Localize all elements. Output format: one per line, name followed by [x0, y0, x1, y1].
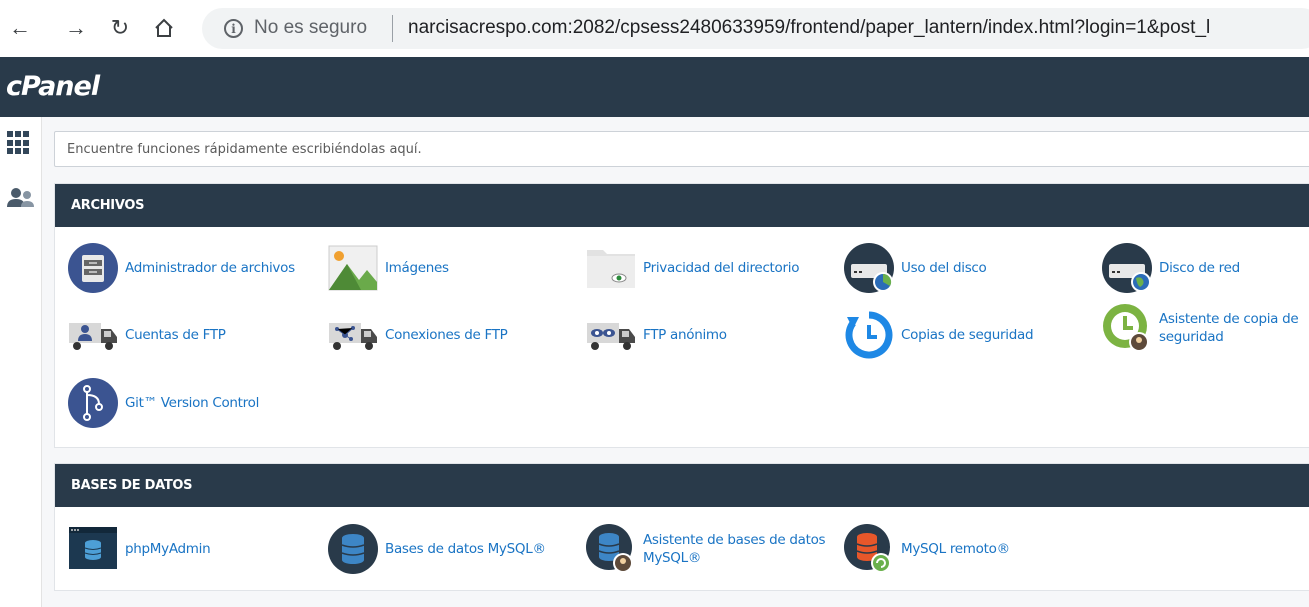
item-label: Asistente de bases de datos MySQL® — [643, 532, 826, 566]
item-label: Privacidad del directorio — [643, 260, 800, 276]
files-panel: ARCHIVOS Administrador de archivos Imáge… — [54, 183, 1309, 448]
item-label: Git™ Version Control — [125, 395, 260, 411]
anonymous-ftp-item[interactable]: FTP anónimo — [585, 309, 727, 361]
search-input[interactable] — [54, 131, 1309, 167]
app-header: cPanel — [0, 57, 1309, 117]
git-icon — [67, 377, 119, 429]
file-manager-item[interactable]: Administrador de archivos — [67, 242, 295, 294]
git-item[interactable]: Git™ Version Control — [67, 377, 259, 429]
item-label: Bases de datos MySQL® — [385, 541, 546, 557]
remote-mysql-item[interactable]: MySQL remoto® — [843, 523, 1010, 575]
item-label: Cuentas de FTP — [125, 327, 226, 343]
phpmyadmin-item[interactable]: phpMyAdmin — [67, 523, 211, 575]
back-arrow-icon[interactable]: ← — [6, 14, 34, 42]
backup-item[interactable]: Copias de seguridad — [843, 309, 1034, 361]
address-bar[interactable]: i No es seguro narcisacrespo.com:2082/cp… — [202, 8, 1309, 49]
anonymous-ftp-icon — [585, 309, 637, 361]
phpmyadmin-icon — [67, 523, 119, 575]
disk-usage-icon — [843, 242, 895, 294]
item-label: Conexiones de FTP — [385, 327, 508, 343]
item-label: FTP anónimo — [643, 327, 727, 343]
panel-title[interactable]: ARCHIVOS — [55, 184, 1309, 227]
item-label: Uso del disco — [901, 260, 987, 276]
ftp-connections-item[interactable]: Conexiones de FTP — [327, 309, 508, 361]
browser-toolbar: ← → ↻ i No es seguro narcisacrespo.com:2… — [0, 0, 1309, 57]
disk-usage-item[interactable]: Uso del disco — [843, 242, 987, 294]
ftp-accounts-icon — [67, 309, 119, 361]
item-label: phpMyAdmin — [125, 541, 211, 557]
item-label: Copias de seguridad — [901, 327, 1034, 343]
item-label: Asistente de copia de seguridad — [1159, 311, 1299, 345]
ftp-connections-icon — [327, 309, 379, 361]
web-disk-item[interactable]: Disco de red — [1101, 242, 1240, 294]
ftp-accounts-item[interactable]: Cuentas de FTP — [67, 309, 226, 361]
item-label: Administrador de archivos — [125, 260, 295, 276]
file-manager-icon — [67, 242, 119, 294]
remote-mysql-icon — [843, 523, 895, 575]
mysql-wizard-icon — [585, 523, 637, 575]
url-text[interactable]: narcisacrespo.com:2082/cpsess2480633959/… — [408, 17, 1210, 39]
backup-wizard-item[interactable]: Asistente de copia de seguridad — [1101, 302, 1309, 354]
images-icon — [327, 242, 379, 294]
directory-privacy-item[interactable]: Privacidad del directorio — [585, 242, 799, 294]
divider — [392, 15, 393, 42]
left-rail — [0, 117, 42, 607]
item-label: Disco de red — [1159, 260, 1240, 276]
main-content: ARCHIVOS Administrador de archivos Imáge… — [42, 117, 1309, 607]
mysql-databases-icon — [327, 523, 379, 575]
item-label: MySQL remoto® — [901, 541, 1010, 557]
images-item[interactable]: Imágenes — [327, 242, 449, 294]
backup-icon — [843, 309, 895, 361]
home-icon[interactable] — [150, 14, 178, 42]
users-icon[interactable] — [7, 187, 35, 209]
cpanel-logo[interactable]: cPanel — [6, 71, 100, 102]
backup-wizard-icon — [1101, 302, 1153, 354]
forward-arrow-icon[interactable]: → — [62, 14, 90, 42]
panel-title[interactable]: BASES DE DATOS — [55, 464, 1309, 507]
item-label: Imágenes — [385, 260, 449, 276]
info-icon[interactable]: i — [224, 19, 243, 38]
directory-privacy-icon — [585, 242, 637, 294]
databases-panel: BASES DE DATOS phpMyAdmin Bases de datos… — [54, 463, 1309, 591]
reload-icon[interactable]: ↻ — [106, 14, 134, 42]
security-label: No es seguro — [254, 17, 368, 38]
mysql-wizard-item[interactable]: Asistente de bases de datos MySQL® — [585, 523, 843, 575]
web-disk-icon — [1101, 242, 1153, 294]
apps-grid-icon[interactable] — [7, 131, 31, 155]
mysql-databases-item[interactable]: Bases de datos MySQL® — [327, 523, 546, 575]
